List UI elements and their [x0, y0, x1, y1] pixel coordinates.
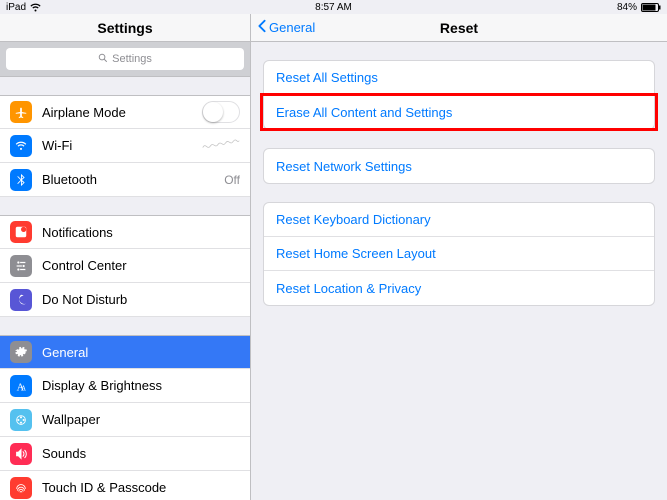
wallpaper-icon — [10, 409, 32, 431]
sidebar-title: Settings — [0, 14, 250, 42]
sidebar-item-touch-id[interactable]: Touch ID & Passcode — [0, 471, 250, 500]
reset-network-button[interactable]: Reset Network Settings — [264, 149, 654, 183]
sidebar-item-bluetooth[interactable]: Bluetooth Off — [0, 163, 250, 197]
row-label: Erase All Content and Settings — [276, 105, 452, 120]
chevron-left-icon — [257, 19, 267, 36]
row-label: Reset Keyboard Dictionary — [276, 212, 431, 227]
row-label: Reset Home Screen Layout — [276, 246, 436, 261]
sidebar-item-airplane-mode[interactable]: Airplane Mode — [0, 95, 250, 129]
search-placeholder: Settings — [112, 53, 152, 65]
sidebar-item-sounds[interactable]: Sounds — [0, 437, 250, 471]
sidebar-item-display-brightness[interactable]: AA Display & Brightness — [0, 369, 250, 403]
sidebar-item-label: Sounds — [42, 446, 240, 461]
row-label: Reset Network Settings — [276, 159, 412, 174]
airplane-icon — [10, 101, 32, 123]
notifications-icon — [10, 221, 32, 243]
row-label: Reset All Settings — [276, 70, 378, 85]
reset-card-1: Reset All Settings Erase All Content and… — [263, 60, 655, 130]
sidebar-item-label: Notifications — [42, 225, 240, 240]
status-bar: iPad 8:57 AM 84% — [0, 0, 667, 14]
sidebar-item-label: General — [42, 345, 240, 360]
row-label: Reset Location & Privacy — [276, 281, 421, 296]
reset-home-screen-button[interactable]: Reset Home Screen Layout — [264, 237, 654, 271]
reset-all-settings-button[interactable]: Reset All Settings — [264, 61, 654, 95]
bluetooth-status: Off — [224, 173, 240, 187]
sidebar-item-label: Bluetooth — [42, 172, 224, 187]
sidebar-item-general[interactable]: General — [0, 335, 250, 369]
gear-icon — [10, 341, 32, 363]
back-label: General — [269, 20, 315, 35]
sidebar-item-label: Control Center — [42, 258, 240, 273]
sidebar-item-label: Wallpaper — [42, 412, 240, 427]
detail-header: General Reset — [251, 14, 667, 42]
detail-title: Reset — [440, 20, 478, 36]
settings-sidebar: Settings Settings Airplane Mode Wi-Fi — [0, 14, 251, 500]
erase-all-content-button[interactable]: Erase All Content and Settings — [264, 95, 654, 129]
sidebar-item-notifications[interactable]: Notifications — [0, 215, 250, 249]
sidebar-item-label: Airplane Mode — [42, 105, 202, 120]
sidebar-item-label: Do Not Disturb — [42, 292, 240, 307]
settings-search-input[interactable]: Settings — [6, 48, 244, 70]
sidebar-item-wifi[interactable]: Wi-Fi — [0, 129, 250, 163]
sidebar-item-do-not-disturb[interactable]: Do Not Disturb — [0, 283, 250, 317]
search-icon — [98, 53, 108, 66]
reset-location-privacy-button[interactable]: Reset Location & Privacy — [264, 271, 654, 305]
device-label: iPad — [6, 2, 26, 13]
display-icon: AA — [10, 375, 32, 397]
wifi-network-obscured — [202, 139, 240, 153]
sidebar-item-wallpaper[interactable]: Wallpaper — [0, 403, 250, 437]
reset-card-2: Reset Network Settings — [263, 148, 655, 184]
wifi-icon — [10, 135, 32, 157]
detail-pane: General Reset Reset All Settings Erase A… — [251, 14, 667, 500]
touchid-icon — [10, 477, 32, 499]
sounds-icon — [10, 443, 32, 465]
sidebar-item-label: Wi-Fi — [42, 138, 202, 153]
sidebar-item-control-center[interactable]: Control Center — [0, 249, 250, 283]
battery-percent: 84% — [617, 2, 637, 13]
search-wrap: Settings — [0, 42, 250, 77]
bluetooth-icon — [10, 169, 32, 191]
wifi-status-icon — [30, 3, 41, 12]
dnd-icon — [10, 289, 32, 311]
svg-text:A: A — [21, 384, 26, 392]
reset-card-3: Reset Keyboard Dictionary Reset Home Scr… — [263, 202, 655, 306]
sidebar-item-label: Touch ID & Passcode — [42, 480, 240, 495]
back-button[interactable]: General — [257, 19, 315, 36]
reset-keyboard-button[interactable]: Reset Keyboard Dictionary — [264, 203, 654, 237]
control-center-icon — [10, 255, 32, 277]
battery-icon — [641, 3, 661, 12]
sidebar-item-label: Display & Brightness — [42, 378, 240, 393]
airplane-toggle[interactable] — [202, 101, 240, 123]
status-time: 8:57 AM — [315, 2, 352, 13]
